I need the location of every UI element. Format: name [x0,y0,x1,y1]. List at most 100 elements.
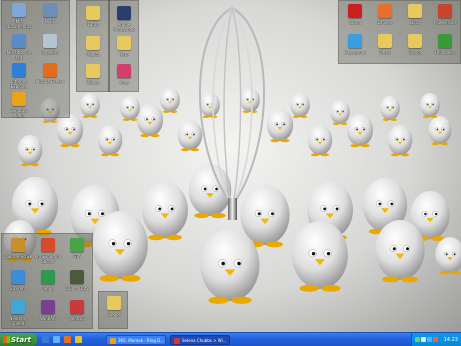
desktop-icon[interactable]: Docs [400,4,430,25]
start-button[interactable]: Start [0,333,37,346]
desktop-icon-label: GTA [73,254,81,259]
cs-icon [11,238,25,252]
egg-penguin [435,237,461,275]
egg-penguin [266,109,294,143]
desktop-icon-label: Mozilla Firefox [35,79,65,84]
desktop-icon-label: Mis documentos [6,19,32,29]
messenger-icon [348,34,362,48]
desktop-icon-label: Opera [348,20,362,25]
desktop-icon[interactable]: Mi PC [35,3,65,24]
egg-penguin [200,93,220,118]
desktop-icon[interactable]: Fotos [78,6,108,27]
desktop-icon[interactable]: Otros [370,34,400,55]
network-tray-icon[interactable] [415,337,420,342]
desktop-icon-label: Docs [410,20,420,25]
gta-icon [70,238,84,252]
folder-icon [408,4,422,18]
egg-penguin [97,125,123,157]
egg-penguin [330,100,350,125]
desktop[interactable]: Mis documentos Mi PC Mis sitios de red Pape… [0,0,461,332]
desktop-icon[interactable]: Mis documentos [4,3,34,29]
egg-penguin [120,96,140,121]
desktop-icon[interactable]: Música [78,36,108,57]
desktop-icon[interactable]: Mozilla Firefox [35,63,65,84]
desktop-icon[interactable]: Papelera [35,34,65,55]
desktop-icon[interactable]: Drivers [370,4,400,25]
nfs-icon [11,300,25,314]
winrar-icon [41,300,55,314]
egg-penguin [420,93,440,118]
egg-penguin [290,93,310,118]
egg-penguin [56,114,84,148]
desktop-icon[interactable]: Ventrilo [62,300,92,321]
media-player-icon [12,92,26,106]
opera-icon [348,4,362,18]
clock[interactable]: 14:23 [444,333,458,346]
desktop-icon[interactable]: uTorrent [3,270,33,291]
desktop-icon-label: Videos [86,80,100,85]
desktop-icon-label: PowerPoint [433,20,457,25]
desktop-icon[interactable]: Utilidades [430,34,460,55]
desktop-icon-label: Pro Evolution Soccer [34,254,62,264]
desktop-icon[interactable]: Need for Speed [3,300,33,326]
utorrent-icon [11,270,25,284]
firefox-quick-icon[interactable] [64,336,71,343]
desktop-icon-label: Ares [119,80,129,85]
task-label: 365: Mumok - Ring D... [118,338,165,343]
desktop-icon[interactable]: Adobe Photoshop [109,6,139,32]
desktop-icon[interactable]: Pro Evolution Soccer [33,238,63,264]
desktop-icon[interactable]: Cursos [400,34,430,55]
pes-icon [41,238,55,252]
folder-icon [117,36,131,50]
desktop-icon[interactable]: Windows Media [4,92,34,118]
cod-icon [70,270,84,284]
desktop-icon[interactable]: Videos [78,64,108,85]
desktop-icon[interactable]: Nero [109,36,139,57]
egg-penguin [240,88,260,113]
desktop-icon[interactable]: Mis sitios de red [4,34,34,60]
desktop-icon[interactable]: Ares [109,64,139,85]
desktop-icon[interactable]: Juego [33,270,63,291]
desktop-icon[interactable]: WinRAR [33,300,63,321]
egg-penguin [17,135,43,167]
desktop-icon-label: Windows Media [10,108,28,118]
desktop-icon-label: Messenger [344,50,366,55]
system-tray: 14:23 [411,333,461,346]
desktop-icon[interactable]: PowerPoint [430,4,460,25]
firefox-icon [43,63,57,77]
desktop-icon-label: Ventrilo [69,316,85,321]
desktop-icon-label: Utilidades [435,50,455,55]
desktop-icon-label: Otros [379,50,391,55]
game-icon [41,270,55,284]
taskbar: Start 365: Mumok - Ring D... Selena Chub… [0,332,461,346]
network-icon [12,34,26,48]
desktop-icon[interactable]: Juegos [99,296,129,317]
egg-penguin [346,114,374,148]
windows-flag-icon [3,336,10,343]
desktop-icon-label: Música [86,52,100,57]
egg-penguin [200,229,260,304]
taskbar-button-winamp[interactable]: 365: Mumok - Ring D... [106,335,166,345]
folder-documents-icon [12,3,26,17]
desktop-icon[interactable]: GTA [62,238,92,259]
ie-quick-icon[interactable] [53,336,60,343]
folder-icon [86,36,100,50]
egg-penguin [142,182,188,241]
desktop-icon-label: Mis sitios de red [6,50,32,60]
messenger-tray-icon[interactable] [427,337,432,342]
desktop-icon-label: Mi PC [44,19,56,24]
desktop-icon-label: Juego [42,286,54,291]
photoshop-icon [117,6,131,20]
volume-tray-icon[interactable] [421,337,426,342]
media-quick-icon[interactable] [75,336,82,343]
desktop-icon[interactable]: Counter-Strike [3,238,33,259]
ie-icon [12,63,26,77]
desktop-icon[interactable]: Opera [340,4,370,25]
taskbar-button-browser[interactable]: Selena Chubbs > Wi... [170,335,230,345]
desktop-icon[interactable]: Messenger [340,34,370,55]
desktop-icon[interactable]: Internet Explorer [4,63,34,89]
desktop-icon-label: uTorrent [9,286,27,291]
antivirus-tray-icon[interactable] [433,337,438,342]
desktop-icon[interactable]: Call of Duty [62,270,92,291]
show-desktop-icon[interactable] [42,336,49,343]
